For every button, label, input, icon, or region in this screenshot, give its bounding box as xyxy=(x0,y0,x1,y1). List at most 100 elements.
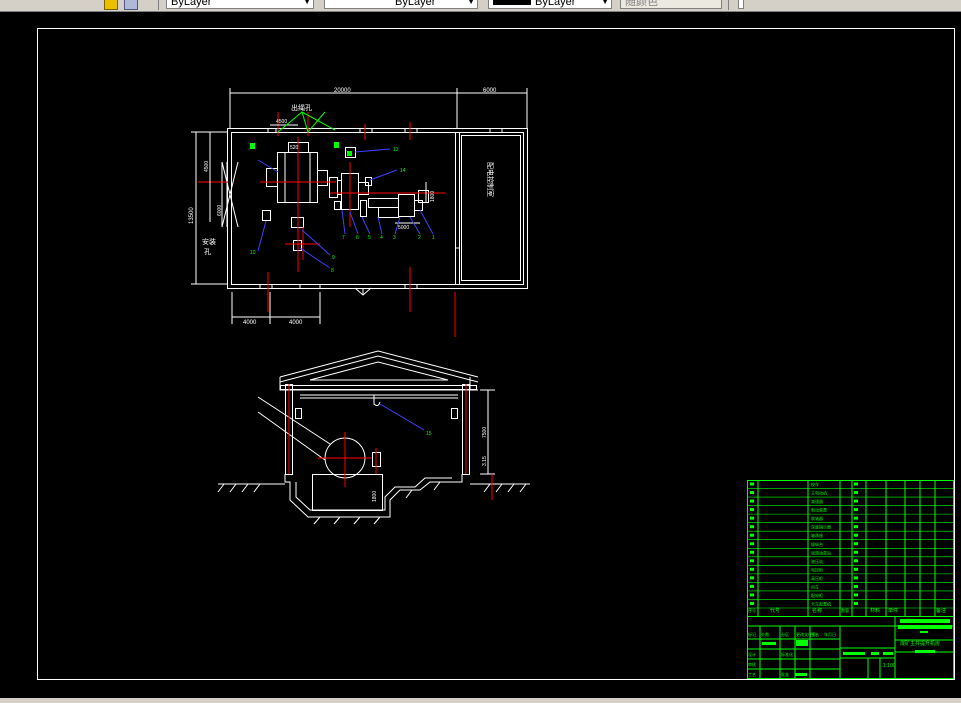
header-total: 总计 xyxy=(906,617,914,623)
status-bar xyxy=(0,698,961,703)
section-leader xyxy=(379,403,425,431)
parts-row-index-mark xyxy=(750,542,754,546)
parts-row-name: 制动装置 xyxy=(811,507,827,513)
parts-row-name: 减速器 xyxy=(811,498,823,504)
callout-9: 9 xyxy=(332,255,335,261)
parts-row-name: 操纵台 xyxy=(811,541,823,547)
dim-left-top: 4500 xyxy=(204,161,210,172)
parts-row-name: 高压柜 xyxy=(811,575,823,581)
parts-row-qty-mark xyxy=(854,576,858,580)
label-install: 安装 xyxy=(202,237,216,246)
header-unit: 单件 xyxy=(888,607,898,614)
chevron-down-icon: ▼ xyxy=(303,0,311,6)
parts-row-qty-mark xyxy=(854,491,858,495)
dim-small: 4500 xyxy=(276,119,287,125)
parts-row-name: 深度指示器 xyxy=(811,524,831,530)
plan-center-lines xyxy=(198,112,456,337)
chevron-down-icon: ▼ xyxy=(467,0,475,6)
plan-outer-wall xyxy=(227,128,528,289)
callout-6: 6 xyxy=(356,235,359,241)
callout-14: 14 xyxy=(400,168,406,174)
sign-process: 工艺 xyxy=(748,672,756,677)
parts-row-name: 轴承座 xyxy=(811,532,823,538)
sign-date: 年月日 xyxy=(824,631,836,637)
parts-row-index-mark xyxy=(750,508,754,512)
parts-row-name: 润滑油泵站 xyxy=(811,549,831,555)
parts-row-index-mark xyxy=(750,601,754,605)
callout-13: 13 xyxy=(393,147,399,153)
parts-row-qty-mark xyxy=(854,559,858,563)
header-name: 名称 xyxy=(812,607,822,614)
plotstyle-control[interactable]: 随颜色 xyxy=(620,0,722,9)
sign-signature: 签名 xyxy=(811,631,819,637)
parts-row-index-mark xyxy=(750,559,754,563)
callout-2: 2 xyxy=(418,235,421,241)
color-control[interactable]: ByLayer ▼ xyxy=(166,0,314,9)
parts-row-qty-mark xyxy=(854,601,858,605)
callout-3: 3 xyxy=(393,235,396,241)
callout-5: 5 xyxy=(368,235,371,241)
layer-previous-icon[interactable] xyxy=(124,0,138,10)
model-space-canvas[interactable]: 20000 6000 4500 520 出绳孔 13500 4500 6000 … xyxy=(0,12,961,698)
plotstyle-value: 随颜色 xyxy=(625,0,658,8)
linetype-control[interactable]: ByLayer ▼ xyxy=(324,0,478,9)
plan-green-marks xyxy=(250,142,352,156)
parts-row-qty-mark xyxy=(854,525,858,529)
parts-row-index-mark xyxy=(750,499,754,503)
header-qty: 数量 xyxy=(841,607,849,613)
drawing-svg: 20000 6000 4500 520 出绳孔 13500 4500 6000 … xyxy=(37,28,955,680)
section-dim-height: 7500 xyxy=(482,427,488,438)
parts-row-qty-mark xyxy=(854,516,858,520)
label-install-2: 孔 xyxy=(204,248,211,256)
linetype-value: ByLayer xyxy=(395,0,436,8)
title-block-sign: 标记 处数 分区 更改文件号 签名 年月日 设计 标准化 审核 工艺 批准 xyxy=(748,631,836,677)
chevron-down-icon: ▼ xyxy=(601,0,609,6)
parts-row-qty-mark xyxy=(854,499,858,503)
lineweight-swatch xyxy=(493,0,531,5)
parts-row-qty-mark xyxy=(854,550,858,554)
parts-row-index-mark xyxy=(750,491,754,495)
label-rope-hole: 出绳孔 xyxy=(291,103,312,112)
parts-row-name: 绞车 xyxy=(811,481,819,487)
section-dim-small: 3.15 xyxy=(482,456,488,466)
parts-row-qty-mark xyxy=(854,482,858,486)
header-code: 代号 xyxy=(770,607,780,614)
dim-total: 20000 xyxy=(334,88,351,94)
toolbar-field-extra[interactable] xyxy=(738,0,744,9)
dim-right-mid: 1800 xyxy=(430,191,436,202)
properties-toolbar: ByLayer ▼ ByLayer ▼ ByLayer ▼ 随颜色 xyxy=(0,0,961,12)
sign-approve: 批准 xyxy=(781,671,789,677)
section-dim-pit: 1800 xyxy=(372,491,378,502)
callout-1: 1 xyxy=(432,235,435,241)
title-block-rows: 绞车主电动机减速器制动装置联轴器深度指示器轴承座操纵台润滑油泵站液压站电控柜高压… xyxy=(747,481,953,609)
parts-row-qty-mark xyxy=(854,593,858,597)
header-index: 序号 xyxy=(748,607,756,613)
callout-10: 10 xyxy=(250,250,256,256)
parts-row-index-mark xyxy=(750,567,754,571)
dim-bottom-left: 4000 xyxy=(243,320,257,326)
parts-row-index-mark xyxy=(750,533,754,537)
plan-texts: 20000 6000 4500 520 出绳孔 13500 4500 6000 … xyxy=(189,88,497,326)
section-center-lines xyxy=(288,384,493,500)
toolbar-separator xyxy=(728,0,729,10)
dim-small2: 520 xyxy=(290,145,299,151)
parts-row-name: 天车起重机 xyxy=(811,601,831,607)
callout-4: 4 xyxy=(380,235,383,241)
layer-state-icon[interactable] xyxy=(104,0,118,10)
parts-row-index-mark xyxy=(750,550,754,554)
section-texts: 7500 3.15 1800 xyxy=(372,427,488,502)
lineweight-control[interactable]: ByLayer ▼ xyxy=(488,0,612,9)
toolbar-separator xyxy=(158,0,159,10)
parts-row-index-mark xyxy=(750,482,754,486)
dim-left-height: 13500 xyxy=(189,207,195,224)
sign-review: 审核 xyxy=(748,661,756,667)
parts-row-name: 配电柜 xyxy=(811,592,823,598)
dim-inner: 5000 xyxy=(398,225,409,231)
sign-count: 处数 xyxy=(761,631,769,637)
parts-row-index-mark xyxy=(750,525,754,529)
sign-standard: 标准化 xyxy=(781,651,793,657)
dim-side: 6000 xyxy=(483,88,497,94)
parts-row-name: 液压站 xyxy=(811,558,823,564)
parts-row-name: 主电动机 xyxy=(811,490,827,496)
drawing-border xyxy=(37,28,955,680)
